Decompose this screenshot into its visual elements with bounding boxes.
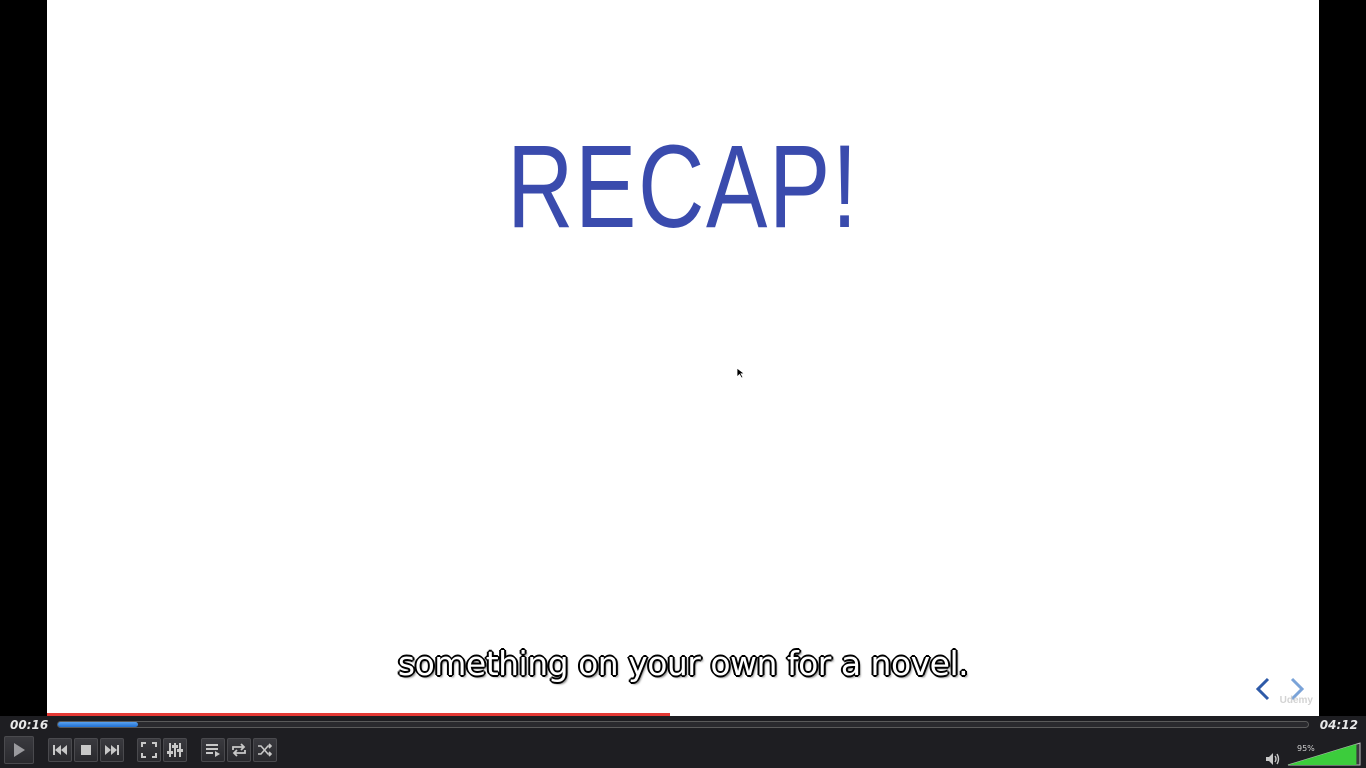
video-area[interactable]: RECAP! Udemy something on your own for a…	[0, 0, 1366, 716]
subtitle-text: something on your own for a novel.	[397, 644, 969, 683]
total-time: 04:12	[1319, 718, 1358, 732]
stop-button[interactable]	[74, 738, 98, 762]
playlist-icon	[206, 744, 220, 757]
elapsed-time: 00:16	[10, 718, 49, 732]
playlist-button[interactable]	[201, 738, 225, 762]
next-button[interactable]	[100, 738, 124, 762]
extended-settings-button[interactable]	[163, 738, 187, 762]
play-icon	[14, 743, 25, 757]
equalizer-sliders-icon	[167, 743, 183, 757]
speaker-icon[interactable]	[1265, 752, 1281, 766]
fullscreen-icon	[141, 742, 157, 758]
stop-icon	[81, 745, 91, 755]
volume-percent: 95%	[1297, 744, 1315, 753]
play-button[interactable]	[4, 736, 34, 764]
loop-button[interactable]	[227, 738, 251, 762]
previous-button[interactable]	[48, 738, 72, 762]
fullscreen-button[interactable]	[137, 738, 161, 762]
loop-icon	[232, 743, 246, 757]
player-controls: 00:16 04:12 95%	[0, 716, 1366, 768]
skip-next-icon	[105, 745, 119, 755]
random-button[interactable]	[253, 738, 277, 762]
seek-bar[interactable]	[57, 721, 1309, 728]
udemy-watermark: Udemy	[1279, 695, 1313, 706]
slide-title: RECAP!	[506, 121, 860, 253]
skip-previous-icon	[53, 745, 67, 755]
mouse-pointer-icon	[736, 367, 746, 379]
seek-bar-fill	[58, 722, 138, 727]
presentation-slide: RECAP! Udemy	[47, 0, 1319, 716]
shuffle-icon	[258, 743, 273, 757]
